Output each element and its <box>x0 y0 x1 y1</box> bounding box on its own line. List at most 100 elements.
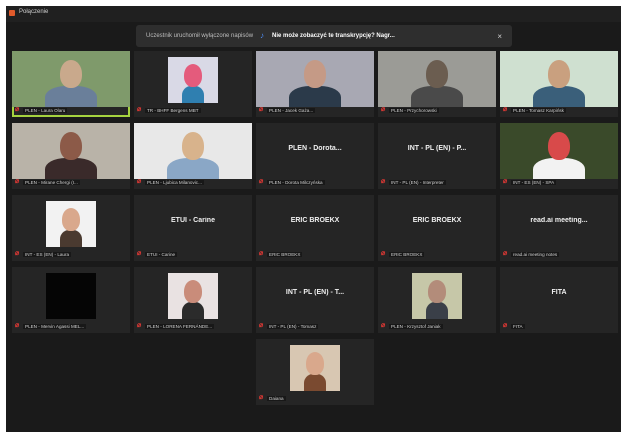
participant-video <box>168 57 218 103</box>
participant-name: PLEN - Tomasz Karpińsk <box>511 107 566 113</box>
title-bar: Połączenie <box>6 6 621 22</box>
participant-name: INT - PL (EN) - Tomasz <box>267 323 319 329</box>
participant-name: read.ai meeting notes <box>511 251 560 257</box>
participant-label: ⌀ PLEN - Laura Olaru <box>15 106 127 114</box>
participant-tile[interactable]: ⌀ PLEN - Krzysztof Janiak <box>378 267 496 333</box>
mic-muted-icon: ⌀ <box>381 322 386 329</box>
mic-muted-icon: ⌀ <box>381 250 386 257</box>
participant-tile[interactable]: ⌀ PLEN - Mervin Agassi MEL... <box>12 267 130 333</box>
transcript-link[interactable]: Nie może zobaczyć te transkrypcję? Nagr.… <box>272 33 395 39</box>
participant-display-name: ERIC BROEKX <box>412 217 462 224</box>
participant-tile[interactable]: ⌀ INT - ES (EN) - SPA <box>500 123 618 189</box>
participant-tile[interactable]: ⌀ Daiana <box>256 339 374 405</box>
participant-video <box>256 51 374 107</box>
participant-name: TR - BHFF Bergens MBT <box>145 107 201 113</box>
participant-name: PLEN - Mervin Agassi MEL... <box>23 323 87 329</box>
participant-video <box>46 201 96 247</box>
participant-tile[interactable]: ⌀ TR - BHFF Bergens MBT <box>134 51 252 117</box>
participant-tile[interactable]: ⌀ PLEN - Przychorowski <box>378 51 496 117</box>
participant-tile[interactable]: ⌀ PLEN - LORENA FERNÁNDE... <box>134 267 252 333</box>
mic-muted-icon: ⌀ <box>259 322 264 329</box>
participant-label: ⌀ PLEN - Tomasz Karpińsk <box>503 106 615 114</box>
mic-muted-icon: ⌀ <box>15 250 20 257</box>
mic-muted-icon: ⌀ <box>503 178 508 185</box>
captions-icon: ♪ <box>260 31 265 40</box>
mic-muted-icon: ⌀ <box>503 250 508 257</box>
participant-tile[interactable]: INT - PL (EN) - P... ⌀ INT - PL (EN) - Int… <box>378 123 496 189</box>
participant-tile[interactable]: ERIC BROEKX ⌀ ERIC BROEKX <box>378 195 496 261</box>
mic-muted-icon: ⌀ <box>137 106 142 113</box>
mic-muted-icon: ⌀ <box>259 178 264 185</box>
participant-video <box>290 345 340 391</box>
mic-muted-icon: ⌀ <box>503 322 508 329</box>
participant-label: ⌀ Daiana <box>259 394 371 402</box>
participant-label: ⌀ ETUI - Carine <box>137 250 249 258</box>
mic-muted-icon: ⌀ <box>381 178 386 185</box>
mic-muted-icon: ⌀ <box>259 106 264 113</box>
participant-label: ⌀ PLEN - Krzysztof Janiak <box>381 322 493 330</box>
participant-label: ⌀ INT - PL (EN) - Interpreter <box>381 178 493 186</box>
participant-label: ⌀ INT - ES (EN) - SPA <box>503 178 615 186</box>
mic-muted-icon: ⌀ <box>137 178 142 185</box>
participant-label: ⌀ read.ai meeting notes <box>503 250 615 258</box>
participant-tile[interactable]: ⌀ PLEN - Laura Olaru <box>12 51 130 117</box>
participant-video <box>412 273 462 319</box>
participant-name: PLEN - Krzysztof Janiak <box>389 323 443 329</box>
mic-muted-icon: ⌀ <box>15 322 20 329</box>
participant-tile[interactable]: ⌀ PLEN - Ljubica Milanovic... <box>134 123 252 189</box>
participant-name: PLEN - Laura Olaru <box>23 107 68 113</box>
mic-muted-icon: ⌀ <box>503 106 508 113</box>
participant-label: ⌀ PLEN - Mirane Chergi (I... <box>15 178 127 186</box>
participant-tile[interactable]: FITA ⌀ FITA <box>500 267 618 333</box>
participant-tile[interactable]: ETUI - Carine ⌀ ETUI - Carine <box>134 195 252 261</box>
participant-label: ⌀ PLEN - Przychorowski <box>381 106 493 114</box>
participant-tile[interactable]: ERIC BROEKX ⌀ ERIC BROEKX <box>256 195 374 261</box>
participant-video <box>500 51 618 107</box>
participant-label: ⌀ INT - PL (EN) - Tomasz <box>259 322 371 330</box>
participant-name: PLEN - Jacek Gaża... <box>267 107 316 113</box>
participant-video <box>12 123 130 179</box>
meeting-window: Połączenie Uczestnik uruchomił wyłączone… <box>6 6 621 432</box>
participant-label: ⌀ TR - BHFF Bergens MBT <box>137 106 249 114</box>
participant-label: ⌀ ERIC BROEKX <box>381 250 493 258</box>
participant-tile[interactable]: ⌀ PLEN - Mirane Chergi (I... <box>12 123 130 189</box>
participant-name: Daiana <box>267 395 286 401</box>
participant-name: PLEN - Ljubica Milanovic... <box>145 179 204 185</box>
participant-tile[interactable]: ⌀ PLEN - Jacek Gaża... <box>256 51 374 117</box>
mic-muted-icon: ⌀ <box>137 322 142 329</box>
mic-muted-icon: ⌀ <box>381 106 386 113</box>
participant-label: ⌀ ERIC BROEKX <box>259 250 371 258</box>
mic-muted-icon: ⌀ <box>137 250 142 257</box>
participant-tile[interactable]: ⌀ PLEN - Tomasz Karpińsk <box>500 51 618 117</box>
participant-name: ERIC BROEKX <box>389 251 425 257</box>
participant-name: ETUI - Carine <box>145 251 178 257</box>
participant-tile[interactable]: read.ai meeting... ⌀ read.ai meeting notes <box>500 195 618 261</box>
mic-muted-icon: ⌀ <box>15 178 20 185</box>
mic-muted-icon: ⌀ <box>15 106 20 113</box>
participant-name: INT - PL (EN) - Interpreter <box>389 179 446 185</box>
app-icon <box>9 10 15 16</box>
participant-tile[interactable]: INT - PL (EN) - T... ⌀ INT - PL (EN) - Tom… <box>256 267 374 333</box>
window-title: Połączenie <box>19 9 49 15</box>
participant-name: INT - ES (EN) - SPA <box>511 179 557 185</box>
participant-video <box>168 273 218 319</box>
participant-tile[interactable]: PLEN - Dorota... ⌀ PLEN - Dorota Milczyńsk… <box>256 123 374 189</box>
participant-display-name: read.ai meeting... <box>530 217 588 224</box>
participant-video <box>378 51 496 107</box>
participant-video <box>46 273 96 319</box>
participant-label: ⌀ FITA <box>503 322 615 330</box>
participant-name: PLEN - Przychorowski <box>389 107 439 113</box>
participant-display-name: PLEN - Dorota... <box>288 145 342 152</box>
participant-video <box>12 51 130 107</box>
participant-display-name: ETUI - Carine <box>171 217 215 224</box>
participant-video <box>134 123 252 179</box>
banner-text: Uczestnik uruchomił wyłączone napisów <box>146 33 254 39</box>
participant-tile[interactable]: ⌀ INT - ES (EN) - Laura <box>12 195 130 261</box>
participant-label: ⌀ PLEN - Jacek Gaża... <box>259 106 371 114</box>
participant-label: ⌀ INT - ES (EN) - Laura <box>15 250 127 258</box>
close-banner-button[interactable]: × <box>497 32 502 41</box>
mic-muted-icon: ⌀ <box>259 250 264 257</box>
participant-display-name: INT - PL (EN) - P... <box>407 145 467 152</box>
participant-name: ERIC BROEKX <box>267 251 303 257</box>
participant-display-name: ERIC BROEKX <box>290 217 340 224</box>
